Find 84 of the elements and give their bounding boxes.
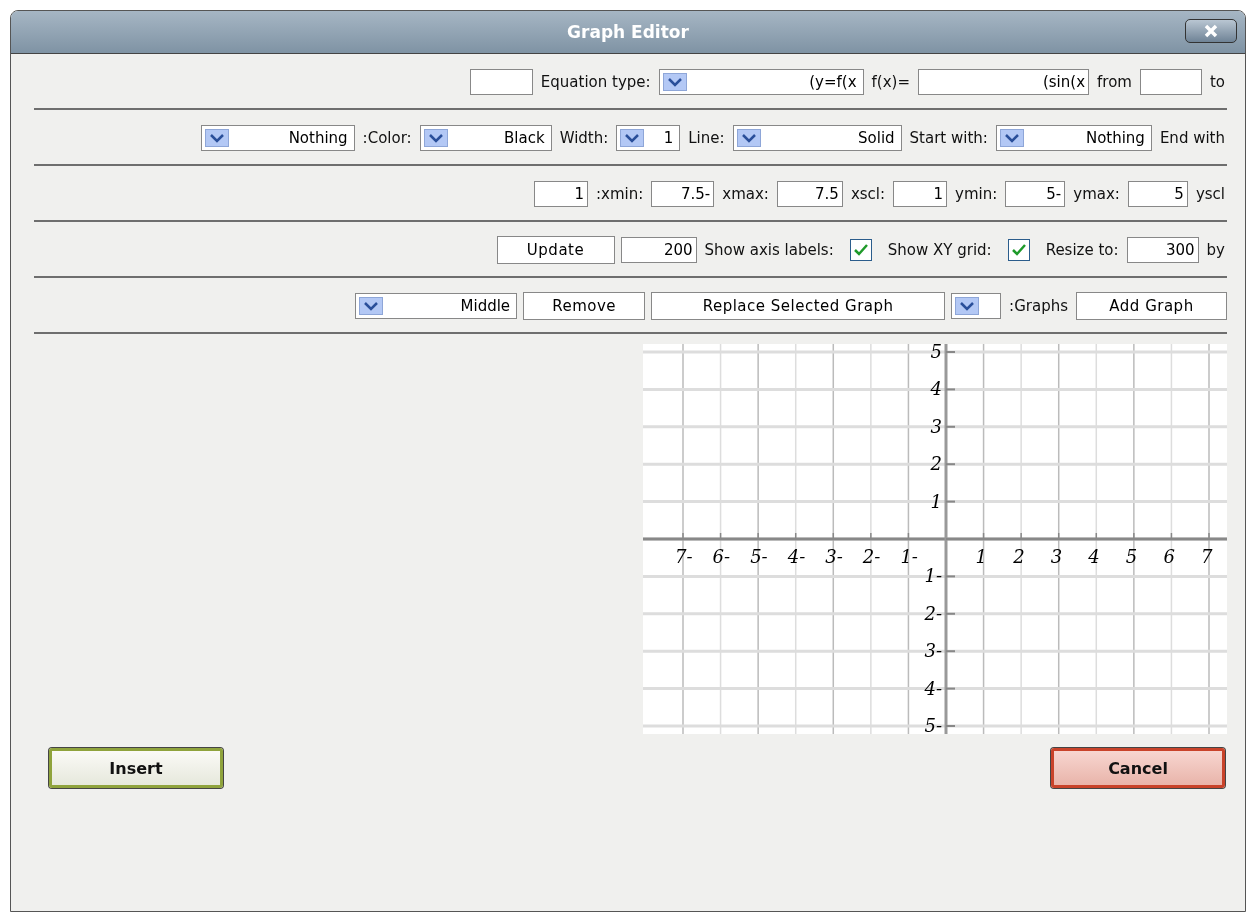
chevron-down-icon — [955, 297, 980, 315]
input-field[interactable]: 300 — [1126, 237, 1199, 263]
axis-label: 4 — [1088, 546, 1100, 567]
field-label: xscl: — [850, 185, 886, 203]
toolbar-button[interactable]: Remove — [523, 292, 646, 320]
field-label: by — [1206, 241, 1225, 259]
field-label: to — [1209, 73, 1225, 91]
axis-label: 1- — [924, 565, 942, 587]
checkmark-icon — [1011, 244, 1026, 256]
input-field[interactable]: (sin(x — [918, 69, 1089, 95]
axis-label: 3- — [924, 640, 942, 662]
axis-label: 4- — [787, 546, 806, 567]
input-field[interactable]: 5 — [1127, 181, 1188, 207]
field-label: :Graphs — [1009, 297, 1068, 315]
dropdown[interactable]: Solid — [732, 125, 902, 151]
toolbar-button[interactable]: Update — [496, 236, 615, 264]
axis-label: 4 — [930, 378, 942, 400]
window-title: Graph Editor — [567, 22, 689, 42]
chevron-down-icon — [359, 297, 384, 315]
field-label: Show XY grid: — [887, 241, 992, 259]
cancel-button[interactable]: Cancel — [1051, 748, 1225, 788]
toolbar-button[interactable]: Add Graph — [1076, 292, 1227, 320]
axis-label: 3- — [825, 546, 843, 567]
input-field[interactable]: 5- — [1005, 181, 1066, 207]
axis-label: 5 — [1125, 546, 1138, 567]
field-label: Resize to: — [1045, 241, 1119, 259]
axis-label: 3 — [930, 415, 942, 437]
field-label: yscl — [1195, 185, 1225, 203]
dropdown[interactable]: Middle — [355, 293, 518, 319]
dropdown[interactable]: 1 — [616, 125, 681, 151]
dropdown[interactable]: Nothing — [200, 125, 355, 151]
axis-label: 2 — [930, 453, 942, 475]
checkbox[interactable] — [849, 239, 872, 261]
field-label: Line: — [688, 129, 725, 147]
dropdown[interactable]: Nothing — [995, 125, 1152, 151]
close-button[interactable] — [1185, 19, 1237, 43]
axis-label: 5- — [924, 715, 942, 734]
chevron-down-icon — [423, 129, 448, 147]
input-field[interactable]: 1 — [893, 181, 948, 207]
field-label: ymax: — [1073, 185, 1120, 203]
chevron-down-icon — [662, 73, 687, 91]
axis-label: 5- — [750, 546, 768, 567]
field-label: from — [1097, 73, 1132, 91]
input-field[interactable]: 200 — [620, 237, 697, 263]
chevron-down-icon — [736, 129, 761, 147]
dropdown[interactable] — [951, 293, 1002, 319]
input-field[interactable]: 7.5 — [776, 181, 843, 207]
field-label: Show axis labels: — [704, 241, 834, 259]
field-label: End with — [1159, 129, 1225, 147]
input-field[interactable]: 7.5- — [651, 181, 715, 207]
axis-label: 6- — [712, 546, 731, 567]
input-field[interactable] — [469, 69, 533, 95]
input-field[interactable]: 1 — [533, 181, 588, 207]
field-label: Start with: — [909, 129, 988, 147]
field-label: ymin: — [955, 185, 998, 203]
chevron-down-icon — [204, 129, 229, 147]
checkbox[interactable] — [1007, 239, 1030, 261]
axis-label: 5 — [930, 344, 942, 362]
axis-label: 7 — [1201, 546, 1213, 567]
input-field[interactable] — [1139, 69, 1202, 95]
axis-label: 2- — [862, 546, 881, 567]
axis-label: 3 — [1050, 546, 1063, 567]
axis-label: 1 — [930, 490, 942, 512]
field-label: :Color: — [362, 129, 412, 147]
close-icon — [1203, 23, 1219, 39]
axis-label: 2 — [1013, 546, 1025, 567]
insert-button[interactable]: Insert — [49, 748, 223, 788]
dropdown[interactable]: Black — [419, 125, 552, 151]
field-label: Width: — [559, 129, 609, 147]
dropdown[interactable]: (y=f(x — [658, 69, 864, 95]
field-label: f(x)= — [871, 73, 910, 91]
toolbar-button[interactable]: Replace Selected Graph — [651, 292, 946, 320]
field-label: :xmin: — [595, 185, 644, 203]
axis-label: 1- — [900, 546, 918, 567]
chevron-down-icon — [999, 129, 1024, 147]
field-label: xmax: — [722, 185, 769, 203]
axis-label: 4- — [924, 677, 942, 699]
chevron-down-icon — [620, 129, 645, 147]
axis-label: 1 — [975, 546, 987, 567]
axis-label: 6 — [1163, 546, 1175, 567]
axis-label: 7- — [675, 546, 693, 567]
axis-label: 2- — [924, 602, 942, 624]
field-label: Equation type: — [540, 73, 651, 91]
checkmark-icon — [853, 244, 868, 256]
